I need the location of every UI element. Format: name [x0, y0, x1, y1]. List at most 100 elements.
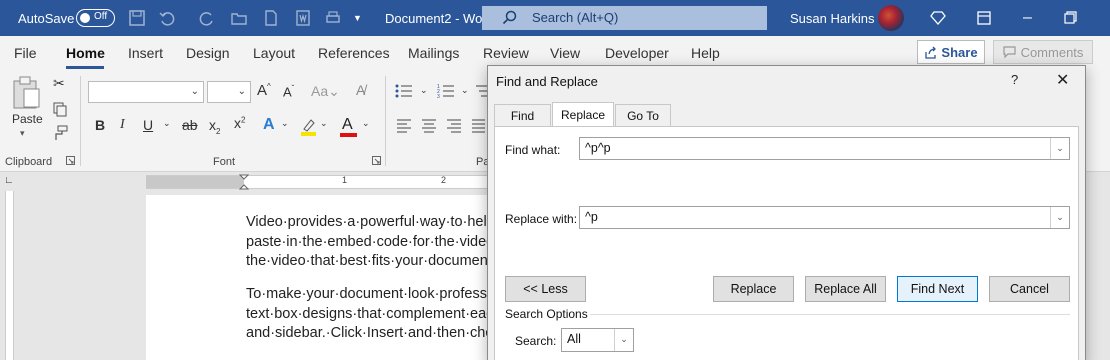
tab-insert[interactable]: Insert	[128, 45, 163, 61]
tab-developer[interactable]: Developer	[605, 45, 669, 61]
strikethrough-icon[interactable]: ab	[182, 117, 198, 133]
tab-go-to[interactable]: Go To	[615, 104, 671, 126]
cancel-button[interactable]: Cancel	[989, 276, 1070, 302]
ribbon-display-icon[interactable]	[977, 11, 991, 25]
tab-home[interactable]: Home	[66, 45, 105, 61]
word-doc-icon[interactable]	[294, 9, 312, 27]
horizontal-ruler[interactable]: 1 2	[146, 174, 506, 190]
justify-icon[interactable]	[471, 119, 485, 133]
replace-button[interactable]: Replace	[713, 276, 794, 302]
font-name-box[interactable]: ⌄	[88, 81, 204, 103]
font-color-dropdown-icon[interactable]: ⌄	[362, 118, 370, 129]
bullets-dropdown-icon[interactable]: ⌄	[420, 85, 428, 96]
diamond-icon[interactable]	[930, 10, 946, 26]
search-placeholder: Search (Alt+Q)	[532, 10, 619, 25]
comments-label: Comments	[1020, 44, 1084, 60]
subscript-icon[interactable]: x2	[209, 117, 220, 136]
font-size-box[interactable]: ⌄	[207, 81, 251, 103]
font-size-dropdown-icon[interactable]: ⌄	[238, 86, 246, 97]
tab-layout[interactable]: Layout	[253, 45, 295, 61]
cancel-button-label: Cancel	[1010, 282, 1049, 296]
search-box[interactable]: Search (Alt+Q)	[482, 6, 767, 30]
autosave-toggle[interactable]: Off	[76, 9, 115, 27]
tab-go-to-label: Go To	[627, 109, 659, 123]
undo-icon[interactable]	[158, 9, 176, 27]
user-name[interactable]: Susan Harkins	[790, 0, 875, 36]
document-page[interactable]: Video·provides·a·powerful·way·to·help· p…	[146, 195, 509, 360]
text-effects-icon[interactable]: A	[263, 116, 275, 134]
redo-icon[interactable]	[198, 9, 216, 27]
replace-with-dropdown-icon[interactable]: ⌄	[1050, 207, 1069, 228]
minimize-icon[interactable]: –	[1023, 0, 1032, 36]
tab-mailings[interactable]: Mailings	[408, 45, 459, 61]
indent-marker-icon[interactable]	[239, 174, 249, 190]
ruler-tick-label: 2	[441, 175, 447, 185]
change-case-icon[interactable]: Aa⌄	[311, 83, 340, 100]
search-direction-select[interactable]: All ⌄	[561, 328, 634, 352]
align-center-icon[interactable]	[421, 119, 437, 133]
format-painter-icon[interactable]	[52, 125, 68, 141]
print-icon[interactable]	[324, 9, 342, 27]
open-folder-icon[interactable]	[230, 9, 248, 27]
paste-label[interactable]: Paste	[12, 112, 43, 126]
less-button[interactable]: << Less	[505, 276, 586, 302]
tab-replace[interactable]: Replace	[552, 102, 614, 126]
find-what-input[interactable]: ^p^p ⌄	[579, 137, 1070, 160]
align-left-icon[interactable]	[396, 119, 412, 133]
text-effects-dropdown-icon[interactable]: ⌄	[281, 118, 289, 129]
tab-selector-icon[interactable]: ∟	[4, 175, 14, 186]
close-icon[interactable]: ✕	[1056, 70, 1069, 90]
find-what-value: ^p^p	[585, 141, 611, 155]
tab-review[interactable]: Review	[483, 45, 529, 61]
font-color-icon[interactable]: A	[339, 116, 359, 138]
paste-dropdown-icon[interactable]: ▾	[20, 128, 25, 139]
font-launcher-icon[interactable]	[372, 156, 381, 165]
italic-icon[interactable]: I	[120, 117, 125, 133]
paste-icon[interactable]	[11, 76, 41, 110]
clear-formatting-icon[interactable]: A̸	[356, 82, 365, 98]
avatar[interactable]	[878, 5, 904, 31]
clipboard-launcher-icon[interactable]	[66, 156, 75, 165]
find-next-button[interactable]: Find Next	[897, 276, 978, 302]
document-paragraph[interactable]: Video·provides·a·powerful·way·to·help· p…	[246, 213, 506, 272]
multilevel-list-icon[interactable]	[475, 83, 487, 99]
tab-design[interactable]: Design	[186, 45, 230, 61]
document-title: Document2 - Word	[385, 10, 494, 26]
underline-icon[interactable]: U	[143, 117, 153, 133]
numbering-dropdown-icon[interactable]: ⌄	[461, 85, 469, 96]
find-what-dropdown-icon[interactable]: ⌄	[1050, 138, 1069, 159]
cut-icon[interactable]: ✂	[53, 75, 65, 92]
search-direction-dropdown-icon[interactable]: ⌄	[614, 329, 633, 351]
vertical-ruler[interactable]	[0, 191, 18, 360]
replace-all-button[interactable]: Replace All	[805, 276, 886, 302]
replace-with-input[interactable]: ^p ⌄	[579, 206, 1070, 229]
less-button-label: << Less	[523, 282, 568, 296]
new-document-icon[interactable]	[262, 9, 280, 27]
save-icon[interactable]	[128, 9, 146, 27]
vertical-ruler-strip	[5, 191, 14, 360]
comment-icon	[1002, 46, 1016, 58]
numbering-icon[interactable]: 123	[437, 83, 455, 99]
align-right-icon[interactable]	[446, 119, 462, 133]
shrink-font-icon[interactable]: Aˇ	[283, 84, 294, 99]
tab-references[interactable]: References	[318, 45, 390, 61]
highlight-dropdown-icon[interactable]: ⌄	[320, 118, 328, 129]
grow-font-icon[interactable]: A^	[257, 82, 271, 99]
underline-dropdown-icon[interactable]: ⌄	[163, 118, 171, 129]
customize-qat-icon[interactable]: ▼	[353, 0, 362, 36]
tab-view[interactable]: View	[550, 45, 580, 61]
superscript-icon[interactable]: x2	[234, 115, 245, 131]
comments-button[interactable]: Comments	[993, 40, 1093, 64]
document-paragraph[interactable]: To·make·your·document·look·professio tex…	[246, 285, 509, 344]
tab-file[interactable]: File	[14, 45, 37, 61]
bullets-icon[interactable]	[395, 83, 413, 99]
restore-icon[interactable]	[1064, 11, 1077, 24]
tab-help[interactable]: Help	[691, 45, 720, 61]
share-button[interactable]: Share	[917, 40, 985, 64]
copy-icon[interactable]	[52, 101, 68, 117]
help-icon[interactable]: ?	[1011, 72, 1018, 87]
tab-find[interactable]: Find	[494, 104, 551, 126]
highlight-icon[interactable]	[298, 117, 318, 137]
font-name-dropdown-icon[interactable]: ⌄	[191, 86, 199, 97]
bold-icon[interactable]: B	[95, 117, 105, 133]
